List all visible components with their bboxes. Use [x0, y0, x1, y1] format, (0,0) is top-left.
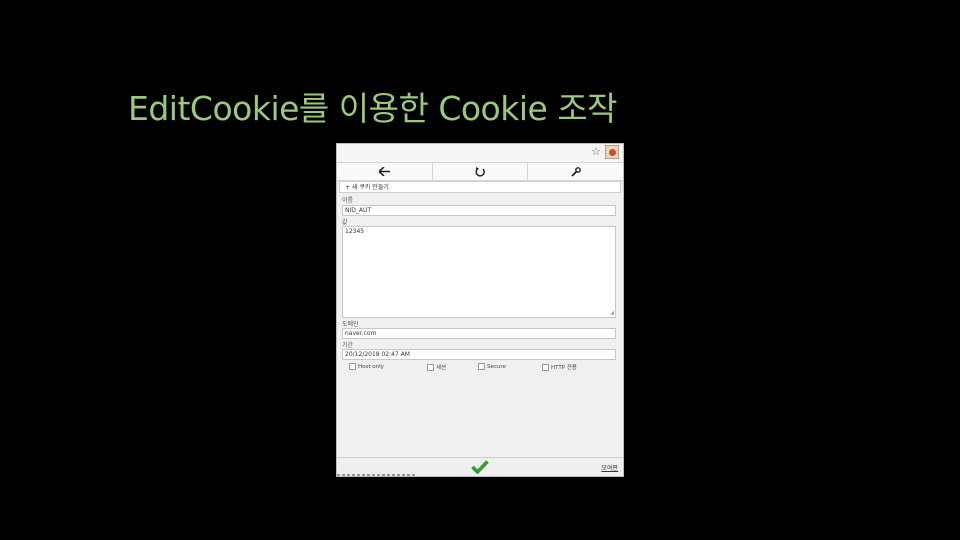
name-field[interactable]: NID_AUT: [342, 205, 616, 216]
flag-label: HTTP 전용: [551, 365, 577, 371]
session-checkbox[interactable]: 세션: [427, 363, 446, 371]
checkbox-box[interactable]: [427, 364, 434, 371]
flag-label: 세션: [436, 365, 447, 371]
secure-checkbox[interactable]: Secure: [478, 363, 506, 370]
name-label: 이름: [342, 197, 354, 204]
popup-footer: 모여판: [337, 457, 623, 476]
value-text: 12345: [345, 228, 365, 235]
checkbox-box[interactable]: [542, 364, 549, 371]
host-only-checkbox[interactable]: Host only: [349, 363, 384, 370]
expires-field[interactable]: 20/12/2018 02:47 AM: [342, 349, 616, 360]
flag-label: Secure: [487, 364, 506, 370]
back-button[interactable]: [337, 163, 433, 180]
value-textarea[interactable]: 12345 ◢: [342, 226, 616, 318]
settings-button[interactable]: [528, 163, 623, 180]
http-only-checkbox[interactable]: HTTP 전용: [542, 363, 577, 371]
cookie-flags: Host only 세션 Secure HTTP 전용: [337, 363, 623, 373]
back-arrow-icon: [378, 167, 390, 176]
reset-button[interactable]: [433, 163, 529, 180]
confirm-check-icon[interactable]: [471, 460, 489, 474]
value-label: 값: [342, 219, 348, 226]
popup-toolbar: [337, 162, 623, 181]
browser-topbar: ☆: [337, 144, 623, 162]
domain-label: 도메인: [342, 321, 359, 328]
footer-divider: [337, 474, 417, 476]
flag-label: Host only: [358, 364, 384, 370]
refresh-icon: [475, 166, 485, 177]
resize-handle-icon[interactable]: ◢: [610, 310, 614, 316]
wrench-icon: [571, 166, 581, 177]
editcookie-popup: ☆ + 새 쿠키 만들기 이름 NID_AUT 값 12345 ◢ 도메인 na…: [336, 143, 624, 477]
domain-field[interactable]: naver.com: [342, 328, 616, 339]
checkbox-box[interactable]: [349, 363, 356, 370]
bookmark-star-icon[interactable]: ☆: [591, 145, 601, 158]
cookie-icon[interactable]: [605, 145, 619, 159]
slide-title: EditCookie를 이용한 Cookie 조작: [128, 89, 618, 128]
cookie-shape: [609, 149, 616, 156]
save-link[interactable]: 모여판: [601, 463, 618, 472]
new-cookie-header[interactable]: + 새 쿠키 만들기: [339, 181, 621, 193]
expires-label: 기간: [342, 342, 354, 349]
checkbox-box[interactable]: [478, 363, 485, 370]
